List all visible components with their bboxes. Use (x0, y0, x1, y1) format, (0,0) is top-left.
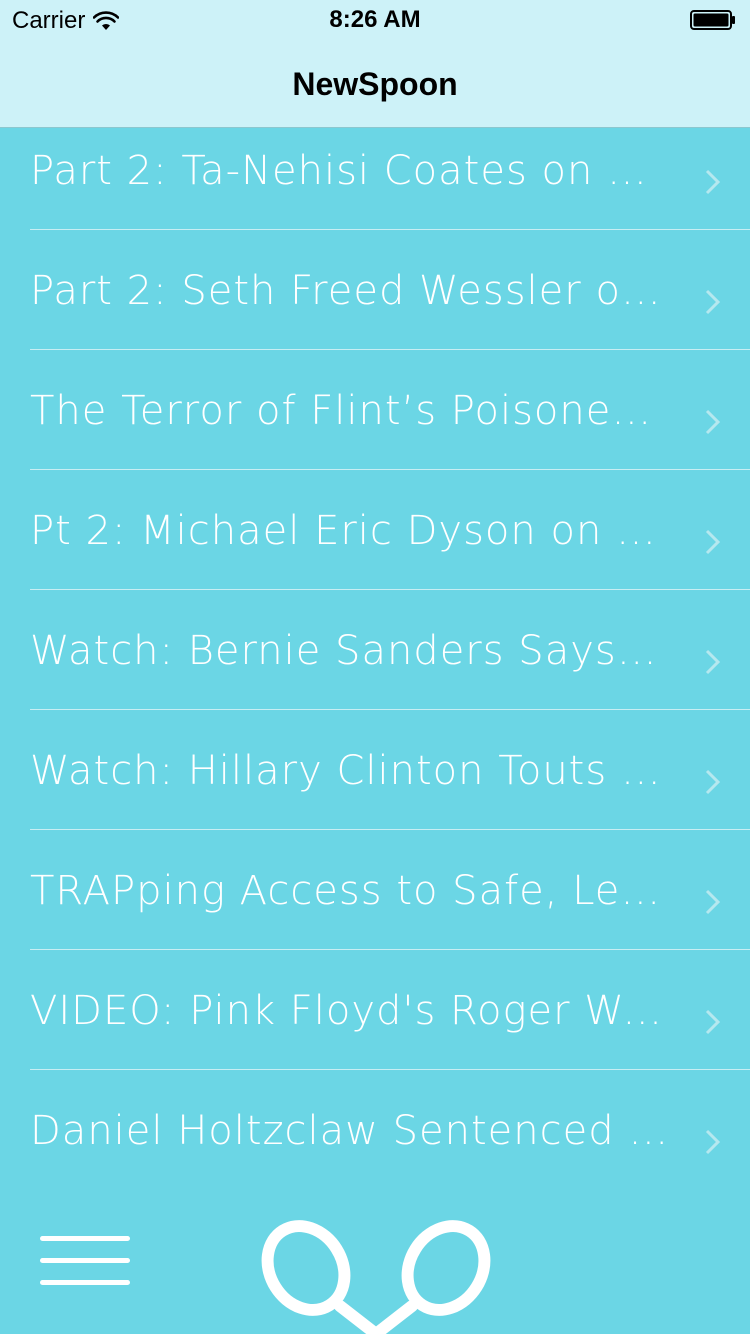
status-time: 8:26 AM (329, 6, 421, 33)
article-row[interactable]: The Terror of Flint’s Poisoned Water (0, 350, 750, 470)
article-row[interactable]: Pt 2: Michael Eric Dyson on "The… (0, 470, 750, 590)
hamburger-menu-icon[interactable] (40, 1236, 130, 1286)
article-title: Watch: Hillary Clinton Touts Progr… (30, 748, 670, 794)
article-title: VIDEO: Pink Floyd's Roger Waters… (30, 988, 670, 1034)
chevron-right-icon (705, 289, 721, 315)
bottom-toolbar (0, 1180, 750, 1334)
article-title: The Terror of Flint’s Poisoned Water (30, 388, 670, 434)
article-title: TRAPping Access to Safe, Legal… (30, 868, 670, 914)
page-title: NewSpoon (292, 66, 458, 102)
status-bar: Carrier 8:26 AM (0, 0, 750, 40)
chevron-right-icon (705, 889, 721, 915)
spoon-logo-icon (261, 1220, 491, 1334)
chevron-right-icon (705, 529, 721, 555)
article-row[interactable]: Watch: Hillary Clinton Touts Progr… (0, 710, 750, 830)
article-row[interactable]: Daniel Holtzclaw Sentenced to 2… (0, 1070, 750, 1190)
chevron-right-icon (705, 1129, 721, 1155)
chevron-right-icon (705, 169, 721, 195)
article-row[interactable]: TRAPping Access to Safe, Legal… (0, 830, 750, 950)
article-title: Pt 2: Michael Eric Dyson on "The… (30, 508, 670, 554)
article-row[interactable]: VIDEO: Pink Floyd's Roger Waters… (0, 950, 750, 1070)
chevron-right-icon (705, 409, 721, 435)
article-list[interactable]: Part 2: Ta-Nehisi Coates on Movi… Part 2… (0, 110, 750, 1190)
article-title: Daniel Holtzclaw Sentenced to 2… (30, 1108, 670, 1154)
battery-icon (690, 10, 735, 30)
article-row[interactable]: Part 2: Seth Freed Wessler on Un… (0, 230, 750, 350)
article-title: Watch: Bernie Sanders Says Iowa… (30, 628, 670, 674)
article-title: Part 2: Ta-Nehisi Coates on Movi… (30, 148, 670, 194)
chevron-right-icon (705, 769, 721, 795)
chevron-right-icon (705, 649, 721, 675)
article-row[interactable]: Part 2: Ta-Nehisi Coates on Movi… (0, 110, 750, 230)
article-row[interactable]: Watch: Bernie Sanders Says Iowa… (0, 590, 750, 710)
chevron-right-icon (705, 1009, 721, 1035)
article-title: Part 2: Seth Freed Wessler on Un… (30, 268, 670, 314)
